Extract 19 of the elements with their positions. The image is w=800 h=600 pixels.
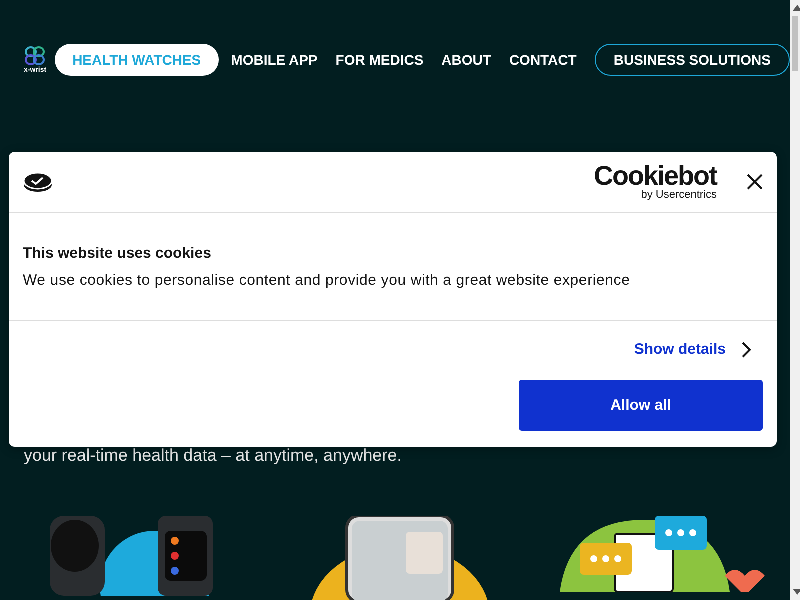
nav-link[interactable]: CONTACT xyxy=(503,44,583,76)
brand-logo-text: Cookiebot xyxy=(594,163,717,190)
nav-link[interactable]: ABOUT xyxy=(436,44,498,76)
nav-link[interactable]: FOR MEDICS xyxy=(330,44,430,76)
show-details-link[interactable]: Show details xyxy=(634,341,751,358)
cookie-check-icon xyxy=(23,171,53,193)
logo-icon xyxy=(24,46,46,66)
hero-subtitle: your real-time health data – at anytime, anywhere. xyxy=(24,446,403,466)
nav-link[interactable]: MOBILE APP xyxy=(225,44,324,76)
dialog-title: This website uses cookies xyxy=(23,245,212,262)
dialog-text: We use cookies to personalise content and provide you with a great website experience xyxy=(23,272,632,289)
brand-subtitle: by Usercentrics xyxy=(641,190,717,201)
business-solutions-button[interactable]: BUSINESS SOLUTIONS xyxy=(594,44,790,76)
chevron-right-icon xyxy=(742,342,751,358)
allow-all-button[interactable]: Allow all xyxy=(519,380,763,431)
scroll-down-icon[interactable] xyxy=(792,589,800,595)
scrollbar-thumb[interactable] xyxy=(792,16,798,71)
scroll-up-icon[interactable] xyxy=(792,5,800,11)
close-button[interactable] xyxy=(747,174,763,190)
